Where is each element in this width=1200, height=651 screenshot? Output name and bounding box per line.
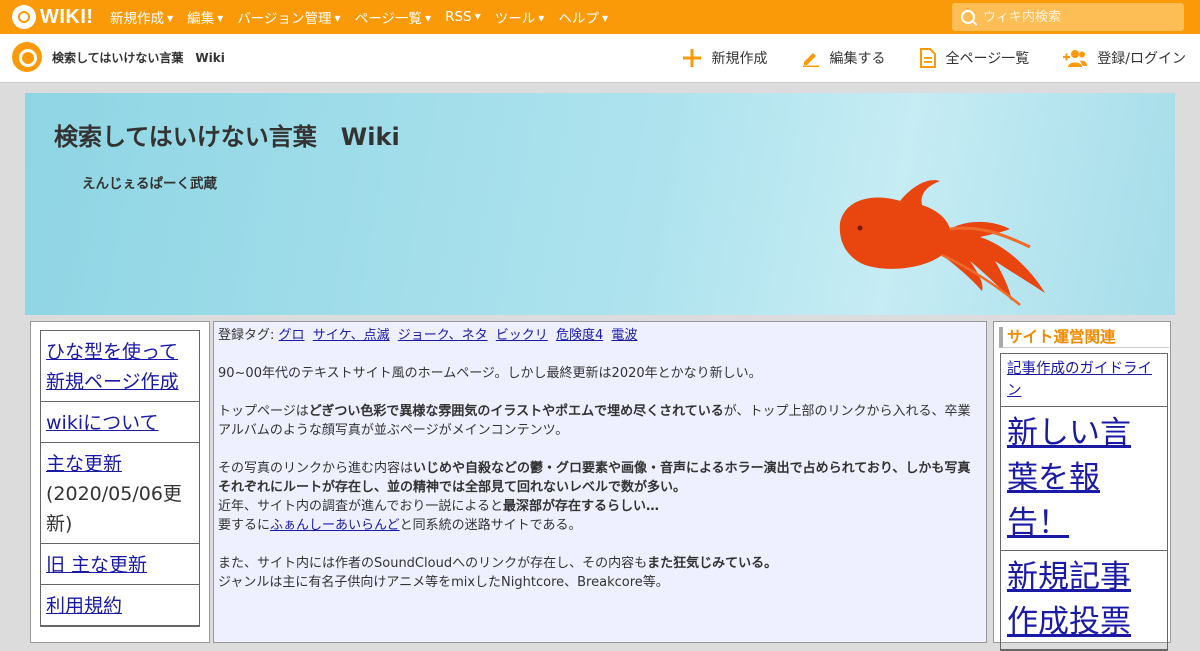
text: トップページは [218,404,309,419]
add-user-icon [1063,50,1088,67]
banner-title[interactable]: 検索してはいけない言葉 Wiki [54,117,400,152]
side-link[interactable]: 記事作成のガイドライン [1007,361,1152,399]
pencil-icon [802,53,819,67]
paragraph-soundcloud: また、サイト内には作者のSoundCloudへのリンクが存在し、その内容もまた狂… [218,554,982,592]
new-page-label: 新規作成 [711,51,768,67]
text: 要するに [218,518,271,533]
banner-subtitle: えんじぇるぱーく武蔵 [82,176,217,192]
new-page-button[interactable]: 新規作成 [682,48,768,68]
top-navbar: WIKI! 新規作成 ▼ 編集 ▼ バージョン管理 ▼ ページ一覧 ▼ RSS ▼ ツール… [0,0,1200,34]
menu-new[interactable]: 新規作成 ▼ [110,7,173,27]
menu-label: ツール [494,11,536,27]
text: ジャンルは主に有名子供向けアニメ等をmixしたNightcore、Breakco… [218,575,669,590]
menu-label: 新規作成 [110,11,164,27]
text: 近年、サイト内の調査が進んでおり一説によると [218,499,503,514]
caret-down-icon: ▼ [167,14,174,23]
bold-text: どぎつい色彩で異様な雰囲気のイラストやポエムで埋め尽くされている [308,404,724,419]
caret-down-icon: ▼ [538,14,545,23]
left-sidebar: ひな型を使って新規ページ作成 wikiについて 主な更新 (2020/05/06更… [30,321,210,643]
text: また、サイト内には作者のSoundCloudへのリンクが存在し、その内容も [218,556,648,571]
tag-link[interactable]: サイケ、点滅 [313,328,390,343]
side-item-report-word: 新しい言葉を報告！ [1001,407,1167,551]
menu-label: バージョン管理 [237,11,332,27]
wiki-search [952,3,1184,31]
tag-list: 登録タグ: グロ サイケ、点滅 ジョーク、ネタ ビックリ 危険度4 電波 [218,326,982,345]
text: と同系統の迷路サイトである。 [399,518,582,533]
paragraph-top-page: トップページはどぎつい色彩で異様な雰囲気のイラストやポエムで埋め尽くされているが… [218,402,982,440]
site-logo-icon[interactable] [12,42,44,72]
menu-label: 編集 [187,11,215,27]
plus-icon [682,49,701,67]
caret-down-icon: ▼ [334,14,341,23]
all-pages-label: 全ページ一覧 [945,51,1030,67]
nav-link[interactable]: wikiについて [46,412,159,434]
document-icon [919,48,936,68]
search-input[interactable] [981,8,1175,26]
tag-link[interactable]: ビックリ [496,328,548,343]
top-menu: 新規作成 ▼ 編集 ▼ バージョン管理 ▼ ページ一覧 ▼ RSS ▼ ツール ▼ ヘルプ ▼ [110,0,622,34]
nav-item-terms: 利用規約 [41,585,199,626]
login-button[interactable]: 登録/ログイン [1063,48,1186,68]
text: その写真のリンクから進む内容は [218,461,414,476]
side-link[interactable]: 新しい言葉を報告！ [1007,415,1131,541]
header-actions: 新規作成 編集する 全ページ一覧 登録/ログイン [648,34,1186,82]
site-name[interactable]: 検索してはいけない言葉 Wiki [52,49,225,66]
site-header-bar: 検索してはいけない言葉 Wiki 新規作成 編集する 全ページ一覧 登録/ログイ… [0,34,1200,83]
nav-item-about-wiki: wikiについて [41,402,199,443]
nav-item-old-updates: 旧 主な更新 [41,544,199,585]
paragraph-intro: 90~00年代のテキストサイト風のホームページ。しかし最終更新は2020年とかな… [218,366,762,381]
edit-button[interactable]: 編集する [802,48,886,68]
edit-label: 編集する [829,51,886,67]
goldfish-illustration [839,180,1045,306]
menu-label: RSS [445,9,472,25]
site-management-menu: 記事作成のガイドライン 新しい言葉を報告！ 新規記事作成投票 [1000,353,1168,651]
tag-link[interactable]: 電波 [611,328,637,343]
at-icon [12,42,42,72]
atwiki-logo[interactable]: WIKI! [12,4,94,30]
menu-label: ヘルプ [558,11,599,27]
all-pages-button[interactable]: 全ページ一覧 [919,48,1030,68]
caret-down-icon: ▼ [474,12,481,21]
side-link[interactable]: 新規記事作成投票 [1007,559,1131,640]
site-banner: 検索してはいけない言葉 Wiki えんじぇるぱーく武蔵 [25,93,1175,315]
nav-item-updates: 主な更新 (2020/05/06更新) [41,443,199,544]
menu-edit[interactable]: 編集 ▼ [187,7,223,27]
update-date: (2020/05/06更新) [46,483,182,535]
tags-label: 登録タグ: [218,328,275,343]
nav-link[interactable]: ひな型を使って新規ページ作成 [46,341,179,393]
tag-link[interactable]: 危険度4 [556,328,603,343]
menu-label: ページ一覧 [354,11,422,27]
main-content: 登録タグ: グロ サイケ、点滅 ジョーク、ネタ ビックリ 危険度4 電波 90~… [213,321,987,643]
at-icon [12,5,36,29]
tag-link[interactable]: ジョーク、ネタ [398,328,488,343]
paragraph-contents: その写真のリンクから進む内容はいじめや自殺などの鬱・グロ要素や画像・音声によるホ… [218,459,982,535]
menu-version[interactable]: バージョン管理 ▼ [237,7,340,27]
bold-text: また狂気じみている。 [647,556,778,571]
caret-down-icon: ▼ [424,14,432,23]
menu-tools[interactable]: ツール ▼ [495,7,545,27]
menu-help[interactable]: ヘルプ ▼ [558,7,608,27]
caret-down-icon: ▼ [601,14,609,23]
nav-link[interactable]: 利用規約 [46,595,122,617]
site-management-heading: サイト運営関連 [999,327,1169,348]
side-item-new-article-vote: 新規記事作成投票 [1001,551,1167,650]
right-sidebar: サイト運営関連 記事作成のガイドライン 新しい言葉を報告！ 新規記事作成投票 [993,321,1171,651]
login-label: 登録/ログイン [1097,51,1186,67]
bold-text: 最深部が存在するらしい… [502,499,659,514]
side-item-guidelines: 記事作成のガイドライン [1001,354,1167,407]
nav-item-template-page: ひな型を使って新規ページ作成 [41,331,199,402]
logo-text: WIKI! [40,5,94,28]
nav-link[interactable]: 主な更新 [46,453,122,475]
caret-down-icon: ▼ [217,14,224,23]
tag-link[interactable]: グロ [279,328,305,343]
nav-link[interactable]: 旧 主な更新 [46,554,147,576]
search-icon[interactable] [961,10,975,24]
fancy-island-link[interactable]: ふぁんしーあいらんど [270,518,400,533]
left-nav-menu: ひな型を使って新規ページ作成 wikiについて 主な更新 (2020/05/06更… [40,330,200,627]
menu-pages[interactable]: ページ一覧 ▼ [355,7,431,27]
menu-rss[interactable]: RSS ▼ [445,9,481,25]
